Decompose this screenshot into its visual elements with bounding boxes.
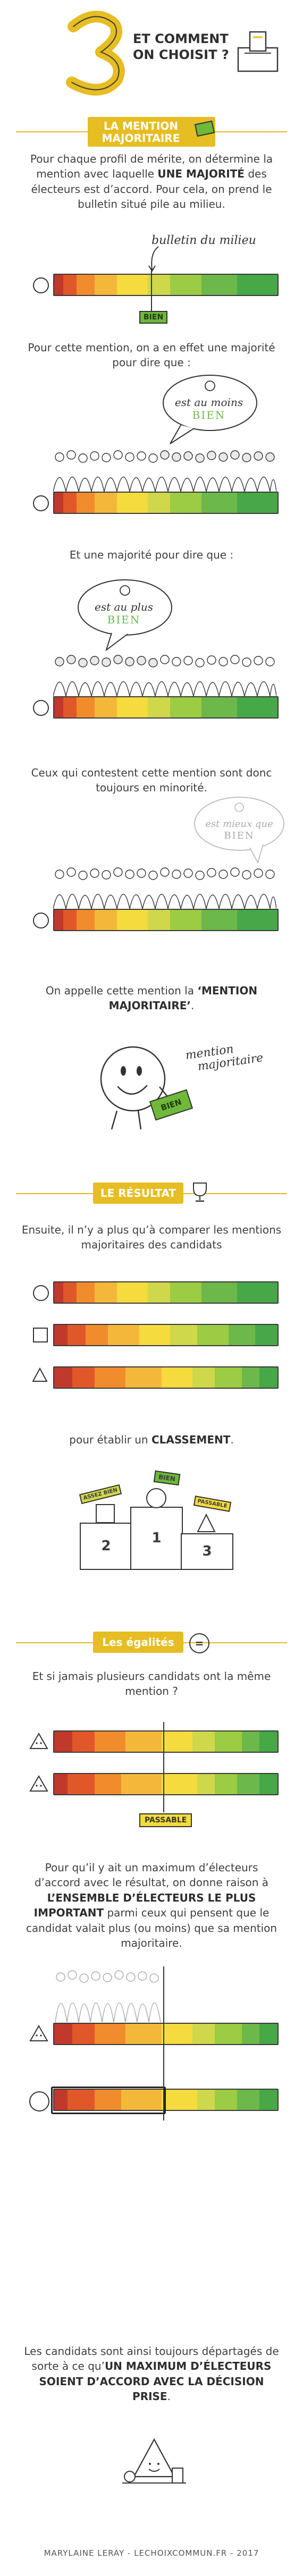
mascot-smiley — [100, 1046, 173, 1130]
tiebreak-bar-1 — [53, 2023, 279, 2045]
bubble2-text: est au plus BIEN — [84, 601, 164, 626]
section3-p2-a: Pour qu’il y ait un maximum d’électeurs … — [34, 1861, 269, 1889]
section3-title: Les égalités — [102, 1636, 174, 1649]
tie-bar-2 — [53, 1773, 279, 1795]
bubble1-line2: BIEN — [192, 409, 226, 421]
middle-ballot-label: bulletin du milieu — [152, 234, 256, 247]
section2-p2-c: . — [230, 1433, 234, 1446]
section1-intro: Pour chaque profil de mérite, on détermi… — [21, 151, 282, 212]
crowd-3 — [53, 867, 276, 909]
final-illustration — [122, 2438, 186, 2484]
section1-title-line1: LA MENTION — [103, 120, 179, 132]
tiebreak-crowd — [55, 1970, 161, 2022]
footer-credit: MARYLAINE LERAY - LECHOIXCOMMUN.FR - 201… — [44, 2548, 259, 2558]
bubble1-line1: est au moins — [174, 396, 243, 409]
section3-p2: Pour qu’il y ait un maximum d’électeurs … — [21, 1860, 282, 1950]
header-title-line2: ON CHOISIT ? — [133, 47, 229, 62]
candidate-square-r2 — [33, 1328, 48, 1342]
section1-p2: Pour cette mention, on a en effet une ma… — [28, 341, 275, 369]
equality-icon: = — [189, 1633, 209, 1653]
section2-p2: pour établir un CLASSEMENT. — [21, 1432, 282, 1447]
result-bar-circle — [53, 1281, 279, 1304]
podium-sign-assez-bien: ASSEZ BIEN — [79, 1484, 122, 1505]
middle-ballot-arrow — [148, 246, 159, 272]
bubble2-line1: est au plus — [95, 601, 153, 613]
bubble2-line2: BIEN — [107, 613, 141, 626]
number-three-drawing — [66, 11, 125, 96]
section1-p3: Et une majorité pour dire que : — [69, 548, 234, 561]
merit-bar-2 — [53, 492, 279, 514]
section3-p1: Et si jamais plusieurs candidats ont la … — [32, 1670, 271, 1698]
candidate-circle-4 — [33, 913, 49, 928]
bubble3-text: est mieux que BIEN — [199, 818, 279, 841]
section2-p2-b: CLASSEMENT — [151, 1433, 231, 1446]
podium-rank-1: 1 — [152, 1530, 162, 1546]
header-title: ET COMMENT ON CHOISIT ? — [133, 31, 229, 63]
section1-p5-c: . — [190, 999, 195, 1012]
bubble3-line2: BIEN — [224, 830, 255, 841]
podium-step-3: 3 — [181, 1533, 233, 1570]
podium-triangle-candidate — [197, 1514, 216, 1532]
result-bar-square — [53, 1324, 279, 1346]
podium-rank-3: 3 — [202, 1543, 212, 1559]
crowd-2 — [53, 655, 276, 696]
candidate-circle-r1 — [33, 1285, 49, 1301]
section1-p4: Ceux qui contestent cette mention sont d… — [31, 766, 272, 795]
section1-title: LA MENTION MAJORITAIRE — [88, 120, 194, 145]
candidate-circle-1 — [33, 277, 49, 293]
section2-p1: Ensuite, il n’y a plus qu’à comparer les… — [21, 1223, 282, 1252]
tiebreak-face — [29, 2091, 49, 2112]
tiebreak-middle-line — [163, 1966, 164, 2121]
podium: 2 1 3 BIEN ASSEZ BIEN PASSABLE — [79, 1470, 234, 1570]
header-title-line1: ET COMMENT — [133, 31, 229, 46]
section1-intro-b: UNE MAJORITÉ — [157, 167, 245, 181]
tiebreak-highlight — [51, 2087, 166, 2114]
header: ET COMMENT ON CHOISIT ? — [0, 0, 303, 106]
section1-title-line2: MAJORITAIRE — [102, 132, 180, 145]
section2-title: LE RÉSULTAT — [100, 1187, 176, 1200]
tiebreak-triangle-1 — [29, 2025, 48, 2041]
section3-p3: Les candidats sont ainsi toujours départ… — [21, 2344, 282, 2404]
section2-p2-a: pour établir un — [69, 1433, 152, 1446]
podium-step-2: 2 — [80, 1523, 132, 1570]
bien-tag-1: BIEN — [139, 311, 168, 324]
merit-bar-1 — [53, 274, 279, 296]
result-bar-triangle — [53, 1366, 279, 1389]
podium-sign-passable: PASSABLE — [193, 1496, 231, 1512]
merit-bar-3 — [53, 696, 279, 719]
podium-circle-candidate — [146, 1488, 166, 1508]
mascot-bien-sign-text: BIEN — [159, 1097, 183, 1113]
tie-bar-1 — [53, 1730, 279, 1753]
podium-sign-bien: BIEN — [153, 1470, 181, 1486]
passable-tag: PASSABLE — [139, 1813, 192, 1827]
ballot-box-icon — [237, 31, 279, 72]
tie-triangle-2 — [29, 1775, 48, 1792]
trophy-icon — [193, 1183, 207, 1202]
crowd-1 — [53, 450, 276, 492]
section1-p5: On appelle cette mention la ‘MENTION MAJ… — [21, 983, 282, 1013]
merit-bar-4 — [53, 909, 279, 931]
podium-step-1: 1 — [130, 1507, 183, 1570]
middle-line-1 — [151, 268, 152, 311]
bubble3-line1: est mieux que — [205, 818, 273, 830]
candidate-circle-3 — [33, 700, 49, 716]
section3-p3-c: . — [167, 2390, 171, 2403]
candidate-triangle-r3 — [32, 1367, 48, 1382]
section1-p5-a: On appelle cette mention la — [45, 984, 198, 997]
candidate-circle-2 — [33, 495, 49, 511]
tie-middle-line — [163, 1722, 164, 1812]
bubble1-text: est au moins BIEN — [169, 396, 249, 421]
tie-triangle-1 — [29, 1733, 48, 1749]
podium-square-candidate — [96, 1504, 115, 1523]
podium-rank-2: 2 — [101, 1538, 111, 1554]
